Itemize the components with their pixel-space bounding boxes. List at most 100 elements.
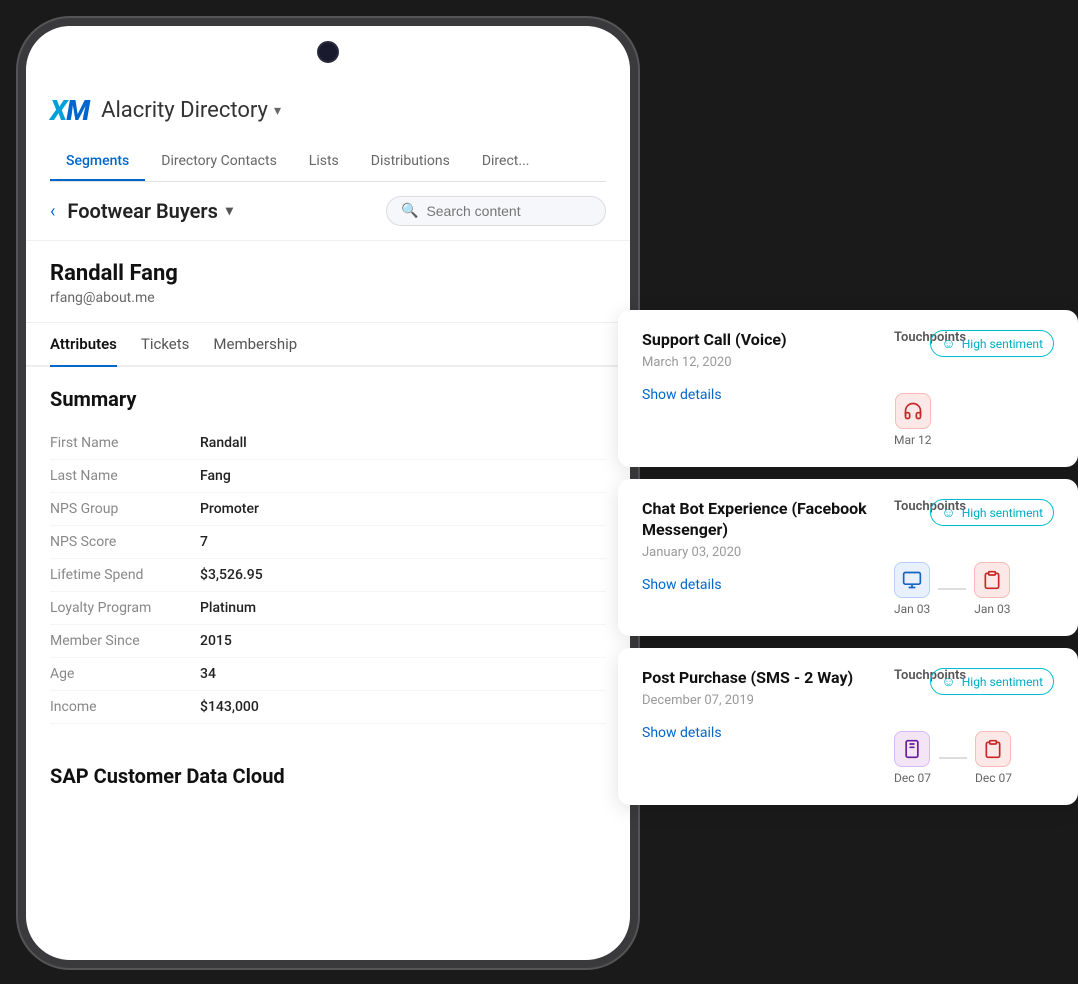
- attr-label-npsgroup: NPS Group: [50, 501, 200, 517]
- app-title[interactable]: Alacrity Directory ▾: [101, 98, 281, 123]
- cards-panel: Support Call (Voice) March 12, 2020 Show…: [618, 310, 1078, 805]
- tab-distributions[interactable]: Distributions: [355, 143, 466, 181]
- tp-item-sms: Dec 07: [894, 731, 931, 785]
- card-title-support: Support Call (Voice): [642, 330, 870, 351]
- search-input[interactable]: [426, 203, 591, 219]
- contact-email: rfang@about.me: [50, 290, 606, 306]
- tp-item-clipboard-chatbot: Jan 03: [974, 562, 1010, 616]
- attr-row-npsscore: NPS Score 7: [50, 526, 606, 559]
- attr-label-firstname: First Name: [50, 435, 200, 451]
- sub-tab-membership[interactable]: Membership: [213, 323, 297, 367]
- attr-label-age: Age: [50, 666, 200, 682]
- tp-date-clipboard-postpurchase: Dec 07: [975, 771, 1012, 785]
- nav-tabs: Segments Directory Contacts Lists Distri…: [50, 143, 606, 182]
- tab-lists[interactable]: Lists: [293, 143, 355, 181]
- touchpoint-row-support: Mar 12: [894, 393, 932, 447]
- attr-row-loyalty: Loyalty Program Platinum: [50, 592, 606, 625]
- sentiment-icon-chatbot: ☺: [941, 504, 955, 521]
- attr-label-membersince: Member Since: [50, 633, 200, 649]
- attr-row-membersince: Member Since 2015: [50, 625, 606, 658]
- search-box[interactable]: 🔍: [386, 196, 606, 226]
- card-right-chatbot: Touchpoints ☺ High sentiment Jan 03: [894, 499, 1054, 616]
- card-left-support: Support Call (Voice) March 12, 2020 Show…: [642, 330, 870, 403]
- contact-name: Randall Fang: [50, 261, 606, 286]
- card-date-support: March 12, 2020: [642, 355, 870, 370]
- attr-row-lastname: Last Name Fang: [50, 460, 606, 493]
- back-button[interactable]: ‹: [50, 201, 55, 222]
- card-right-postpurchase: Touchpoints ☺ High sentiment Dec 07: [894, 668, 1054, 785]
- attr-label-lastname: Last Name: [50, 468, 200, 484]
- sentiment-icon-postpurchase: ☺: [941, 673, 955, 690]
- tab-directory-contacts[interactable]: Directory Contacts: [145, 143, 293, 181]
- attr-row-firstname: First Name Randall: [50, 427, 606, 460]
- show-details-postpurchase[interactable]: Show details: [642, 725, 722, 741]
- phone-notch: [26, 26, 630, 78]
- card-title-chatbot: Chat Bot Experience (Facebook Messenger): [642, 499, 870, 541]
- tp-item-browser: Jan 03: [894, 562, 930, 616]
- segment-bar: ‹ Footwear Buyers ▾ 🔍: [26, 182, 630, 241]
- tab-segments[interactable]: Segments: [50, 143, 145, 181]
- card-date-chatbot: January 03, 2020: [642, 545, 870, 560]
- attr-row-npsgroup: NPS Group Promoter: [50, 493, 606, 526]
- tp-item-headset: Mar 12: [894, 393, 932, 447]
- clipboard-icon-chatbot: [974, 562, 1010, 598]
- card-title-postpurchase: Post Purchase (SMS - 2 Way): [642, 668, 870, 689]
- attr-value-lifetimespend: $3,526.95: [200, 567, 263, 583]
- attr-value-npsscore: 7: [200, 534, 208, 550]
- attr-label-loyalty: Loyalty Program: [50, 600, 200, 616]
- tp-date-clipboard-chatbot: Jan 03: [974, 602, 1010, 616]
- touchpoint-row-chatbot: Jan 03 Jan 03: [894, 562, 1011, 616]
- segment-dropdown-arrow: ▾: [226, 203, 233, 219]
- attr-row-lifetimespend: Lifetime Spend $3,526.95: [50, 559, 606, 592]
- sap-section-title: SAP Customer Data Cloud: [26, 744, 630, 788]
- app-title-text: Alacrity Directory: [101, 98, 268, 123]
- phone-camera: [317, 41, 339, 63]
- xm-logo: XM: [50, 94, 89, 127]
- tp-date-sms: Dec 07: [894, 771, 931, 785]
- app-header: XM Alacrity Directory ▾ Segments Directo…: [26, 78, 630, 182]
- sub-tabs: Attributes Tickets Membership: [26, 323, 630, 367]
- browser-icon: [894, 562, 930, 598]
- sub-tab-attributes[interactable]: Attributes: [50, 323, 117, 367]
- sms-icon: [894, 731, 930, 767]
- phone-shell: XM Alacrity Directory ▾ Segments Directo…: [18, 18, 638, 968]
- attr-value-npsgroup: Promoter: [200, 501, 259, 517]
- attr-row-income: Income $143,000: [50, 691, 606, 724]
- tp-date-browser: Jan 03: [894, 602, 930, 616]
- attr-value-lastname: Fang: [200, 468, 231, 484]
- attr-value-income: $143,000: [200, 699, 259, 715]
- summary-title: Summary: [50, 387, 606, 411]
- attr-value-firstname: Randall: [200, 435, 247, 451]
- logo-row: XM Alacrity Directory ▾: [50, 94, 606, 127]
- tp-item-clipboard-postpurchase: Dec 07: [975, 731, 1012, 785]
- sentiment-badge-chatbot: ☺ High sentiment: [930, 499, 1054, 526]
- attr-value-age: 34: [200, 666, 216, 682]
- card-left-postpurchase: Post Purchase (SMS - 2 Way) December 07,…: [642, 668, 870, 741]
- tp-date-headset: Mar 12: [894, 433, 932, 447]
- sub-tab-tickets[interactable]: Tickets: [141, 323, 190, 367]
- show-details-chatbot[interactable]: Show details: [642, 577, 722, 593]
- app-title-chevron: ▾: [274, 103, 281, 119]
- attr-value-loyalty: Platinum: [200, 600, 256, 616]
- card-right-support: Touchpoints ☺ High sentiment Mar 12: [894, 330, 1054, 447]
- clipboard-icon-postpurchase: [975, 731, 1011, 767]
- journey-card-support-call: Support Call (Voice) March 12, 2020 Show…: [618, 310, 1078, 467]
- attr-row-age: Age 34: [50, 658, 606, 691]
- search-icon: 🔍: [401, 203, 418, 219]
- attr-label-npsscore: NPS Score: [50, 534, 200, 550]
- touchpoint-row-postpurchase: Dec 07 Dec 07: [894, 731, 1012, 785]
- tp-connector-postpurchase: [939, 757, 967, 759]
- segment-name[interactable]: Footwear Buyers ▾: [67, 199, 233, 223]
- attr-value-membersince: 2015: [200, 633, 232, 649]
- sentiment-icon-support: ☺: [941, 335, 955, 352]
- sentiment-text-support: High sentiment: [962, 337, 1043, 351]
- journey-card-chatbot: Chat Bot Experience (Facebook Messenger)…: [618, 479, 1078, 636]
- tab-direct[interactable]: Direct...: [466, 143, 546, 181]
- card-left-chatbot: Chat Bot Experience (Facebook Messenger)…: [642, 499, 870, 593]
- phone-content: XM Alacrity Directory ▾ Segments Directo…: [26, 78, 630, 960]
- sentiment-badge-support: ☺ High sentiment: [930, 330, 1054, 357]
- sentiment-badge-postpurchase: ☺ High sentiment: [930, 668, 1054, 695]
- summary-section: Summary First Name Randall Last Name Fan…: [26, 367, 630, 744]
- show-details-support[interactable]: Show details: [642, 387, 722, 403]
- card-date-postpurchase: December 07, 2019: [642, 693, 870, 708]
